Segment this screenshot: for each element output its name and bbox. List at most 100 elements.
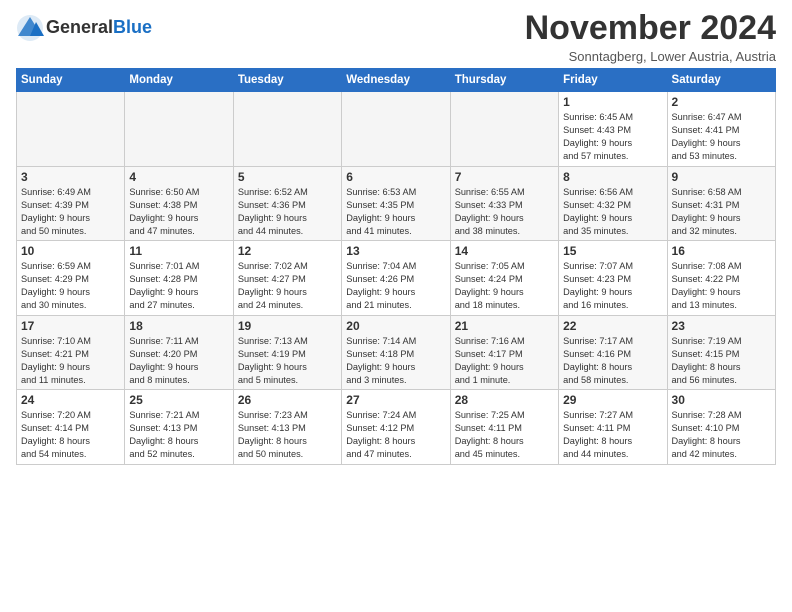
day-number: 8: [563, 170, 662, 184]
day-info: Sunrise: 7:27 AM Sunset: 4:11 PM Dayligh…: [563, 409, 662, 461]
calendar-cell: 1 Sunrise: 6:45 AM Sunset: 4:43 PM Daylig…: [559, 92, 667, 167]
calendar-cell: 17 Sunrise: 7:10 AM Sunset: 4:21 PM Dayli…: [17, 315, 125, 390]
calendar-cell: [17, 92, 125, 167]
day-info: Sunrise: 6:55 AM Sunset: 4:33 PM Dayligh…: [455, 186, 554, 238]
col-thursday: Thursday: [450, 69, 558, 92]
day-number: 18: [129, 319, 228, 333]
day-info: Sunrise: 7:28 AM Sunset: 4:10 PM Dayligh…: [672, 409, 771, 461]
day-number: 23: [672, 319, 771, 333]
day-info: Sunrise: 7:08 AM Sunset: 4:22 PM Dayligh…: [672, 260, 771, 312]
calendar-cell: 27Sunrise: 7:24 AM Sunset: 4:12 PM Dayli…: [342, 390, 450, 465]
day-info: Sunrise: 7:17 AM Sunset: 4:16 PM Dayligh…: [563, 335, 662, 387]
calendar-table: Sunday Monday Tuesday Wednesday Thursday…: [16, 68, 776, 465]
day-number: 10: [21, 244, 120, 258]
calendar-week-2: 3 Sunrise: 6:49 AM Sunset: 4:39 PM Daylig…: [17, 166, 776, 241]
day-number: 24: [21, 393, 120, 407]
col-wednesday: Wednesday: [342, 69, 450, 92]
calendar-cell: 16 Sunrise: 7:08 AM Sunset: 4:22 PM Dayli…: [667, 241, 775, 316]
day-info: Sunrise: 7:21 AM Sunset: 4:13 PM Dayligh…: [129, 409, 228, 461]
day-info: Sunrise: 7:11 AM Sunset: 4:20 PM Dayligh…: [129, 335, 228, 387]
calendar-week-3: 10 Sunrise: 6:59 AM Sunset: 4:29 PM Dayli…: [17, 241, 776, 316]
calendar-cell: 24 Sunrise: 7:20 AM Sunset: 4:14 PM Dayli…: [17, 390, 125, 465]
day-number: 28: [455, 393, 554, 407]
calendar-cell: 7 Sunrise: 6:55 AM Sunset: 4:33 PM Daylig…: [450, 166, 558, 241]
logo: GeneralBlue: [16, 14, 152, 42]
calendar-cell: 9Sunrise: 6:58 AM Sunset: 4:31 PM Daylig…: [667, 166, 775, 241]
calendar-cell: 29 Sunrise: 7:27 AM Sunset: 4:11 PM Dayli…: [559, 390, 667, 465]
day-info: Sunrise: 7:14 AM Sunset: 4:18 PM Dayligh…: [346, 335, 445, 387]
day-number: 11: [129, 244, 228, 258]
day-info: Sunrise: 7:16 AM Sunset: 4:17 PM Dayligh…: [455, 335, 554, 387]
day-number: 25: [129, 393, 228, 407]
day-number: 27: [346, 393, 445, 407]
day-number: 17: [21, 319, 120, 333]
calendar-cell: 13Sunrise: 7:04 AM Sunset: 4:26 PM Dayli…: [342, 241, 450, 316]
day-number: 22: [563, 319, 662, 333]
calendar-cell: 28 Sunrise: 7:25 AM Sunset: 4:11 PM Dayli…: [450, 390, 558, 465]
calendar-cell: 14 Sunrise: 7:05 AM Sunset: 4:24 PM Dayli…: [450, 241, 558, 316]
day-number: 7: [455, 170, 554, 184]
calendar-cell: 19 Sunrise: 7:13 AM Sunset: 4:19 PM Dayli…: [233, 315, 341, 390]
day-info: Sunrise: 7:25 AM Sunset: 4:11 PM Dayligh…: [455, 409, 554, 461]
day-number: 2: [672, 95, 771, 109]
day-info: Sunrise: 6:47 AM Sunset: 4:41 PM Dayligh…: [672, 111, 771, 163]
day-info: Sunrise: 7:23 AM Sunset: 4:13 PM Dayligh…: [238, 409, 337, 461]
day-number: 30: [672, 393, 771, 407]
col-friday: Friday: [559, 69, 667, 92]
calendar-cell: 20Sunrise: 7:14 AM Sunset: 4:18 PM Dayli…: [342, 315, 450, 390]
day-info: Sunrise: 6:45 AM Sunset: 4:43 PM Dayligh…: [563, 111, 662, 163]
day-info: Sunrise: 7:01 AM Sunset: 4:28 PM Dayligh…: [129, 260, 228, 312]
day-number: 14: [455, 244, 554, 258]
day-info: Sunrise: 7:10 AM Sunset: 4:21 PM Dayligh…: [21, 335, 120, 387]
day-number: 4: [129, 170, 228, 184]
calendar-week-5: 24 Sunrise: 7:20 AM Sunset: 4:14 PM Dayli…: [17, 390, 776, 465]
day-info: Sunrise: 7:19 AM Sunset: 4:15 PM Dayligh…: [672, 335, 771, 387]
day-info: Sunrise: 7:05 AM Sunset: 4:24 PM Dayligh…: [455, 260, 554, 312]
subtitle: Sonntagberg, Lower Austria, Austria: [525, 49, 776, 64]
month-title: November 2024: [525, 10, 776, 47]
logo-text-line1: GeneralBlue: [46, 18, 152, 38]
day-info: Sunrise: 6:59 AM Sunset: 4:29 PM Dayligh…: [21, 260, 120, 312]
day-info: Sunrise: 7:20 AM Sunset: 4:14 PM Dayligh…: [21, 409, 120, 461]
col-sunday: Sunday: [17, 69, 125, 92]
day-info: Sunrise: 7:04 AM Sunset: 4:26 PM Dayligh…: [346, 260, 445, 312]
day-number: 12: [238, 244, 337, 258]
calendar-cell: [233, 92, 341, 167]
calendar-cell: 8 Sunrise: 6:56 AM Sunset: 4:32 PM Daylig…: [559, 166, 667, 241]
calendar-week-1: 1 Sunrise: 6:45 AM Sunset: 4:43 PM Daylig…: [17, 92, 776, 167]
calendar-cell: 18 Sunrise: 7:11 AM Sunset: 4:20 PM Dayli…: [125, 315, 233, 390]
col-monday: Monday: [125, 69, 233, 92]
calendar-cell: 22 Sunrise: 7:17 AM Sunset: 4:16 PM Dayli…: [559, 315, 667, 390]
day-info: Sunrise: 6:50 AM Sunset: 4:38 PM Dayligh…: [129, 186, 228, 238]
calendar-cell: 5 Sunrise: 6:52 AM Sunset: 4:36 PM Daylig…: [233, 166, 341, 241]
day-number: 16: [672, 244, 771, 258]
day-number: 1: [563, 95, 662, 109]
header-row: Sunday Monday Tuesday Wednesday Thursday…: [17, 69, 776, 92]
calendar-cell: 12 Sunrise: 7:02 AM Sunset: 4:27 PM Dayli…: [233, 241, 341, 316]
day-info: Sunrise: 6:58 AM Sunset: 4:31 PM Dayligh…: [672, 186, 771, 238]
day-number: 29: [563, 393, 662, 407]
day-info: Sunrise: 6:56 AM Sunset: 4:32 PM Dayligh…: [563, 186, 662, 238]
day-info: Sunrise: 6:49 AM Sunset: 4:39 PM Dayligh…: [21, 186, 120, 238]
title-block: November 2024 Sonntagberg, Lower Austria…: [525, 10, 776, 64]
day-number: 15: [563, 244, 662, 258]
day-number: 19: [238, 319, 337, 333]
calendar-cell: 6Sunrise: 6:53 AM Sunset: 4:35 PM Daylig…: [342, 166, 450, 241]
calendar-cell: 23 Sunrise: 7:19 AM Sunset: 4:15 PM Dayli…: [667, 315, 775, 390]
logo-icon: [16, 14, 44, 42]
col-saturday: Saturday: [667, 69, 775, 92]
day-number: 6: [346, 170, 445, 184]
calendar-cell: [125, 92, 233, 167]
day-info: Sunrise: 7:07 AM Sunset: 4:23 PM Dayligh…: [563, 260, 662, 312]
calendar-cell: 25 Sunrise: 7:21 AM Sunset: 4:13 PM Dayli…: [125, 390, 233, 465]
calendar-cell: 15 Sunrise: 7:07 AM Sunset: 4:23 PM Dayli…: [559, 241, 667, 316]
day-info: Sunrise: 7:13 AM Sunset: 4:19 PM Dayligh…: [238, 335, 337, 387]
calendar-cell: 10 Sunrise: 6:59 AM Sunset: 4:29 PM Dayli…: [17, 241, 125, 316]
header: GeneralBlue November 2024 Sonntagberg, L…: [16, 10, 776, 64]
day-info: Sunrise: 7:02 AM Sunset: 4:27 PM Dayligh…: [238, 260, 337, 312]
calendar-cell: 4 Sunrise: 6:50 AM Sunset: 4:38 PM Daylig…: [125, 166, 233, 241]
day-number: 5: [238, 170, 337, 184]
day-info: Sunrise: 6:52 AM Sunset: 4:36 PM Dayligh…: [238, 186, 337, 238]
day-number: 3: [21, 170, 120, 184]
calendar-cell: 26Sunrise: 7:23 AM Sunset: 4:13 PM Dayli…: [233, 390, 341, 465]
